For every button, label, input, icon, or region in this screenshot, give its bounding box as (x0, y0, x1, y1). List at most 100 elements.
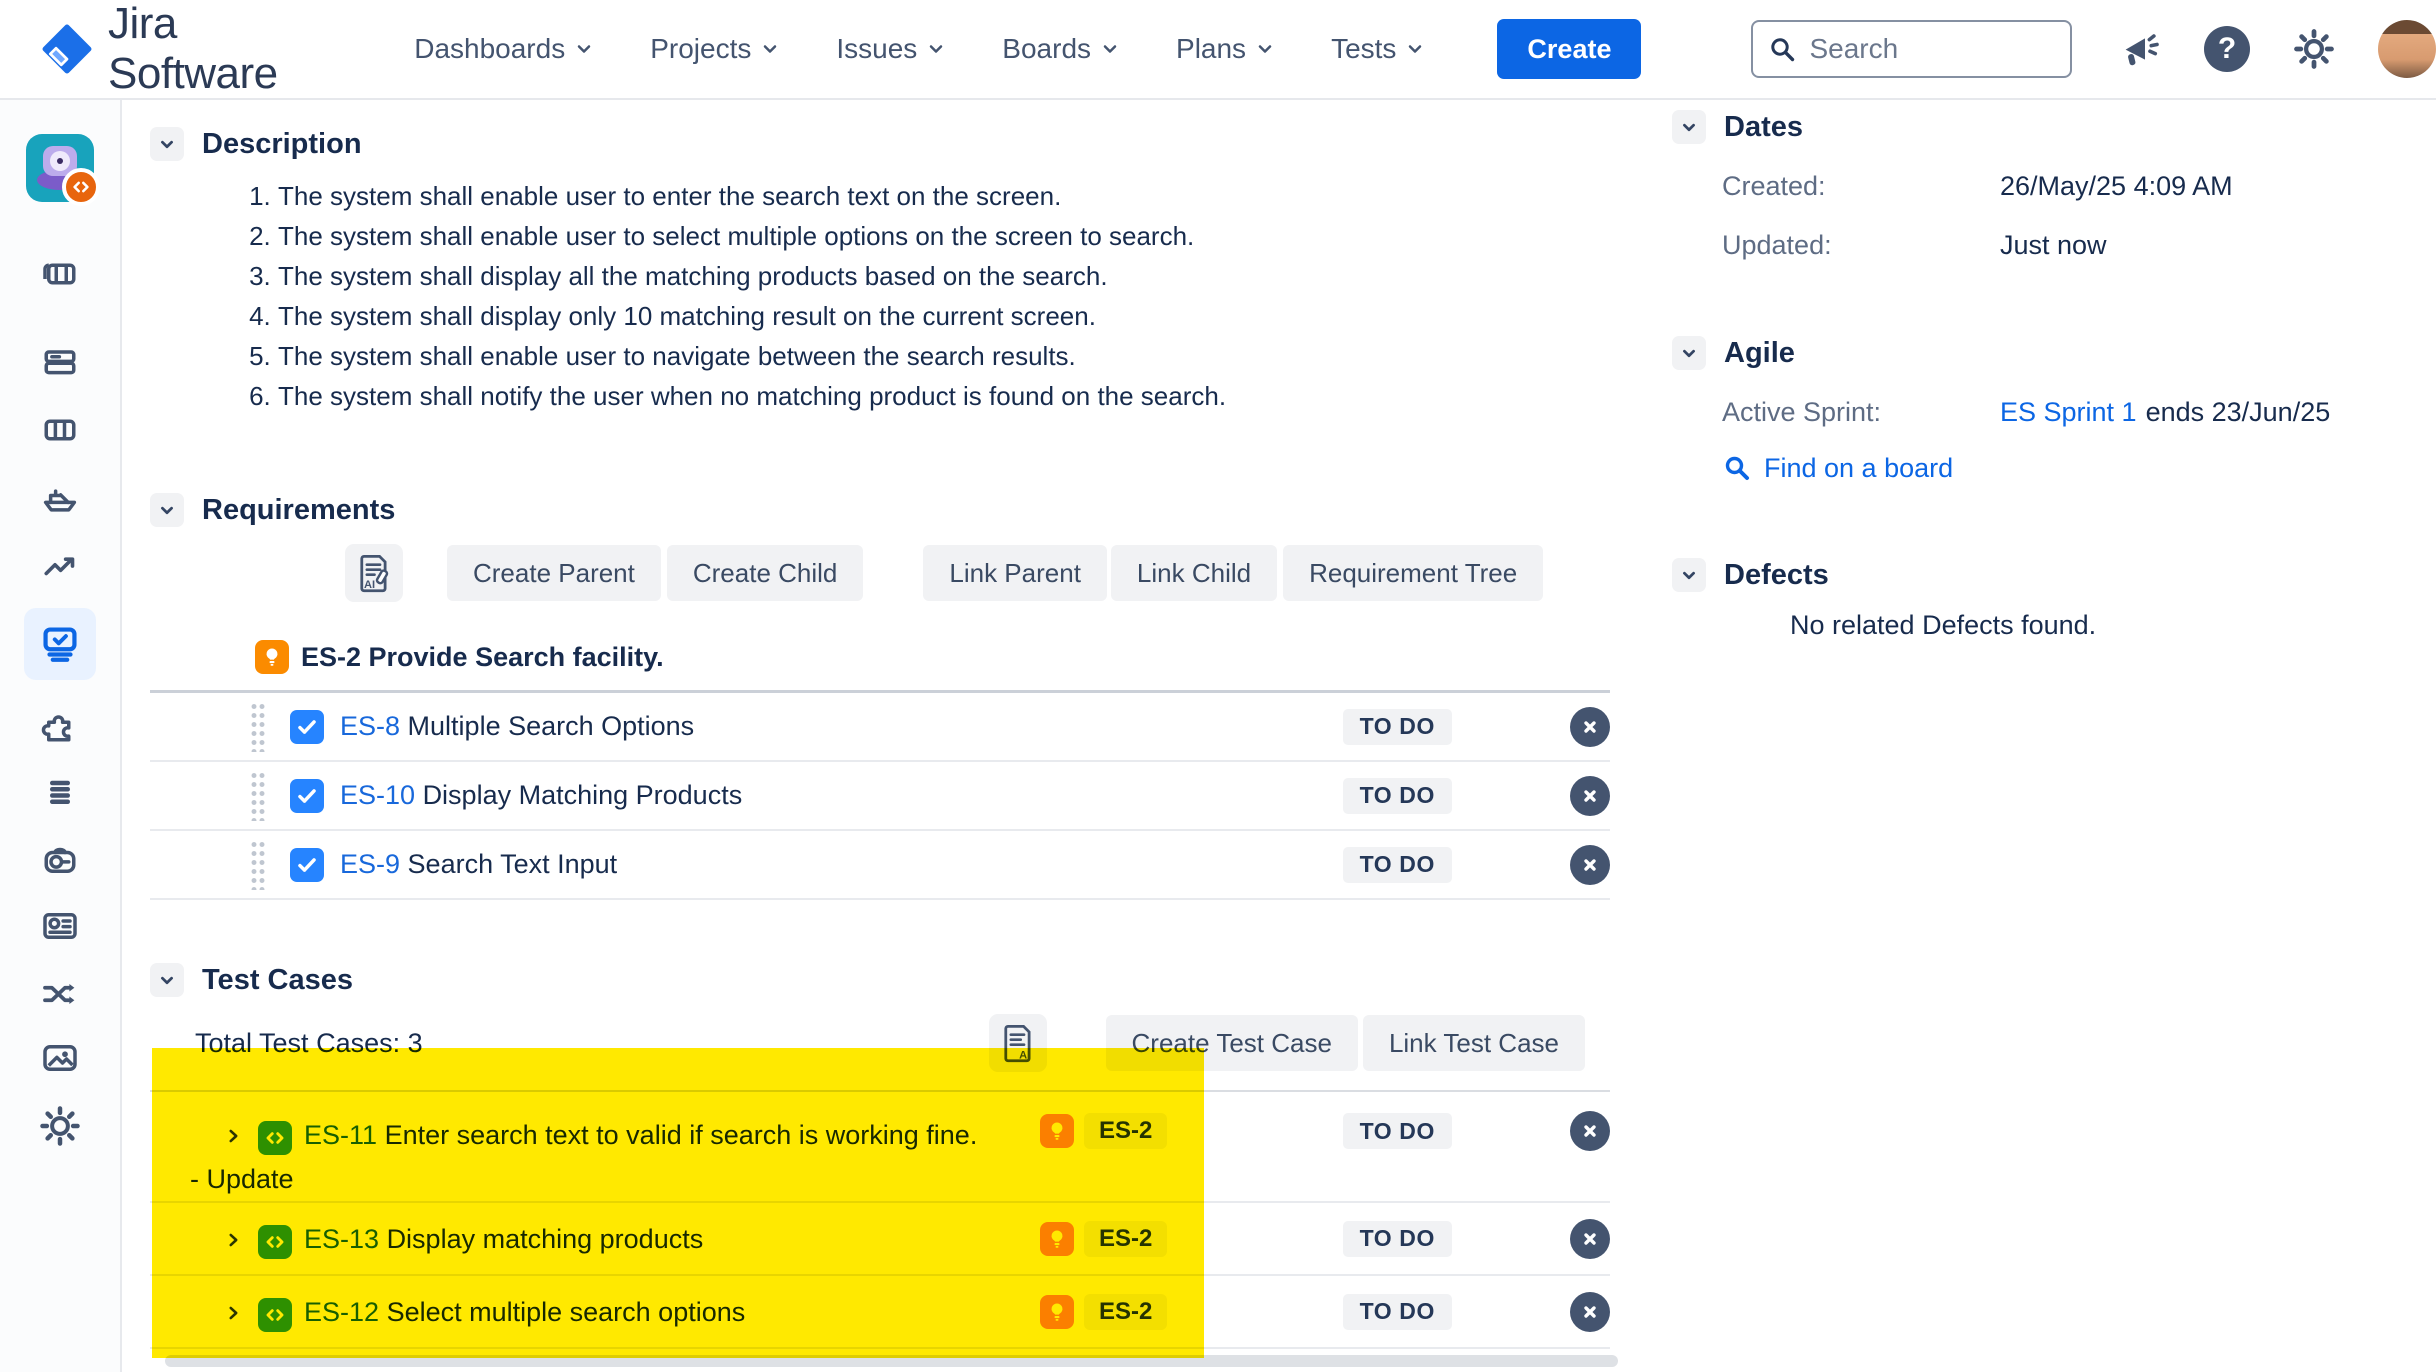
requirement-checkbox[interactable] (290, 848, 324, 882)
help-icon[interactable]: ? (2204, 26, 2250, 72)
created-label: Created: (1722, 171, 2000, 202)
agile-title: Agile (1724, 337, 1795, 370)
user-avatar[interactable] (2378, 20, 2436, 78)
requirement-summary: Display Matching Products (423, 780, 743, 810)
parent-requirement-text: ES-2 Provide Search facility. (301, 642, 664, 673)
test-case-row: ES-12 Select multiple search options ES-… (150, 1276, 1610, 1349)
requirement-key-link[interactable]: ES-10 (340, 780, 415, 810)
board-columns-icon[interactable] (40, 410, 80, 450)
apps-puzzle-icon[interactable] (40, 706, 80, 746)
nav-item-dashboards[interactable]: Dashboards (414, 33, 594, 65)
total-test-cases-label: Total Test Cases: 3 (195, 1028, 423, 1059)
test-case-icon (258, 1121, 292, 1155)
nav-item-tests[interactable]: Tests (1331, 33, 1425, 65)
find-on-board-label[interactable]: Find on a board (1764, 453, 1953, 484)
search-icon (1767, 34, 1797, 64)
remove-link-button[interactable] (1570, 845, 1610, 885)
link-test-case-button[interactable]: Link Test Case (1363, 1015, 1585, 1071)
description-item: The system shall display only 10 matchin… (278, 296, 1620, 336)
chevron-down-icon (574, 39, 594, 59)
collapse-test-cases-button[interactable] (150, 963, 184, 997)
requirement-key-link[interactable]: ES-8 (340, 711, 400, 741)
agile-fields: Active Sprint: ES Sprint 1ends 23/Jun/25 (1672, 394, 2432, 430)
shuffle-icon[interactable] (40, 974, 80, 1014)
remove-link-button[interactable] (1570, 707, 1610, 747)
requirement-row: ES-10 Display Matching Products TO DO (150, 762, 1610, 831)
search-icon (1722, 453, 1752, 483)
search-input[interactable] (1809, 33, 2049, 65)
requirement-checkbox[interactable] (290, 710, 324, 744)
collapse-requirements-button[interactable] (150, 493, 184, 527)
remove-link-button[interactable] (1570, 1111, 1610, 1151)
nav-item-projects[interactable]: Projects (650, 33, 780, 65)
requirements-section-header: Requirements (150, 492, 1620, 528)
test-case-row: ES-11 Enter search text to valid if sear… (150, 1092, 1610, 1203)
announcements-megaphone-icon[interactable] (2120, 29, 2160, 69)
requirement-row: ES-9 Search Text Input TO DO (150, 831, 1610, 900)
test-case-key-link[interactable]: ES-13 (304, 1224, 379, 1254)
drag-handle[interactable] (250, 840, 266, 890)
backlog-icon[interactable] (40, 342, 80, 382)
collapse-description-button[interactable] (150, 127, 184, 161)
jira-logo-text: Jira Software (108, 0, 336, 99)
test-case-key-link[interactable]: ES-12 (304, 1297, 379, 1327)
settings-gear-icon[interactable] (2294, 29, 2334, 69)
list-icon[interactable] (40, 772, 80, 812)
chevron-down-icon (760, 39, 780, 59)
link-child-button[interactable]: Link Child (1111, 545, 1277, 601)
remove-link-button[interactable] (1570, 1292, 1610, 1332)
create-button[interactable]: Create (1497, 19, 1641, 79)
collapse-dates-button[interactable] (1672, 110, 1706, 144)
chevron-down-icon (1255, 39, 1275, 59)
equipment-case-icon[interactable] (40, 840, 80, 880)
chevron-down-icon (1405, 39, 1425, 59)
create-parent-button[interactable]: Create Parent (447, 545, 661, 601)
created-value: 26/May/25 4:09 AM (2000, 171, 2233, 202)
global-search[interactable] (1751, 20, 2072, 78)
requirement-checkbox[interactable] (290, 779, 324, 813)
test-cases-toolbar: Total Test Cases: 3 AI Create Test Case … (150, 1014, 1620, 1072)
ai-generate-test-cases-button[interactable]: AI (989, 1014, 1047, 1072)
requirement-key-badge: ES-2 (1084, 1294, 1167, 1330)
expand-row-chevron-icon[interactable] (222, 1302, 244, 1324)
link-parent-button[interactable]: Link Parent (923, 545, 1107, 601)
active-sprint-row: Active Sprint: ES Sprint 1ends 23/Jun/25 (1722, 394, 2432, 430)
requirement-key-link[interactable]: ES-9 (340, 849, 400, 879)
requirement-lightbulb-icon (1040, 1222, 1074, 1256)
ai-generate-requirements-button[interactable]: AI (345, 544, 403, 602)
collapse-agile-button[interactable] (1672, 336, 1706, 370)
expand-row-chevron-icon[interactable] (222, 1125, 244, 1147)
id-card-icon[interactable] (40, 906, 80, 946)
drag-handle[interactable] (250, 702, 266, 752)
media-image-icon[interactable] (40, 1038, 80, 1078)
description-item: The system shall enable user to navigate… (278, 336, 1620, 376)
find-on-board-link[interactable]: Find on a board (1722, 450, 2432, 486)
nav-item-issues[interactable]: Issues (836, 33, 946, 65)
sprint-link[interactable]: ES Sprint 1 (2000, 397, 2137, 427)
requirement-tree-button[interactable]: Requirement Tree (1283, 545, 1543, 601)
create-child-button[interactable]: Create Child (667, 545, 864, 601)
remove-link-button[interactable] (1570, 776, 1610, 816)
svg-text:AI: AI (364, 579, 375, 591)
parent-requirement-row: ES-2 Provide Search facility. (255, 638, 1620, 676)
create-test-case-button[interactable]: Create Test Case (1106, 1015, 1358, 1071)
collapse-defects-button[interactable] (1672, 558, 1706, 592)
test-case-icon (258, 1298, 292, 1332)
boards-icon[interactable] (40, 254, 80, 294)
project-settings-gear-icon[interactable] (40, 1106, 80, 1146)
remove-link-button[interactable] (1570, 1219, 1610, 1259)
jira-logo[interactable]: Jira Software (40, 0, 336, 99)
nav-item-boards[interactable]: Boards (1002, 33, 1120, 65)
horizontal-scrollbar[interactable] (165, 1355, 1618, 1367)
jira-logo-icon (40, 22, 94, 76)
reports-chart-icon[interactable] (40, 546, 80, 586)
drag-handle[interactable] (250, 771, 266, 821)
releases-ship-icon[interactable] (40, 478, 80, 518)
sidebar-item-test-cases-active[interactable] (24, 608, 96, 680)
project-avatar[interactable] (26, 134, 94, 202)
test-case-key-link[interactable]: ES-11 (304, 1120, 377, 1150)
expand-row-chevron-icon[interactable] (222, 1229, 244, 1251)
test-case-summary: Display matching products (387, 1224, 704, 1254)
test-cases-title: Test Cases (202, 964, 353, 997)
nav-item-plans[interactable]: Plans (1176, 33, 1275, 65)
